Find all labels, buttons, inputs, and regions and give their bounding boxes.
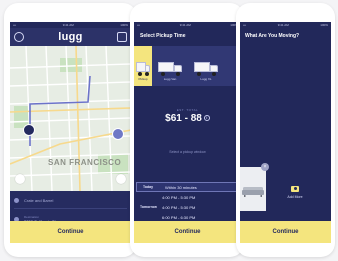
lugg-logo: lugg [58,31,83,43]
slot-time: 4:00 PM - 5:30 PM [162,194,196,200]
price-estimate: $61 - 88 i [134,113,241,124]
slot-time: 6:00 PM - 6:30 PM [162,214,196,220]
map-city-label: SAN FRANCISCO [48,158,122,167]
phone-card-map: ••• 9:41 AM 100% lugg SAN FRANCISCO Crat… [4,3,137,257]
vehicle-option-xl[interactable]: Lugg XL [188,46,224,86]
add-more-label: Add More [287,194,303,199]
slot-day: Today [143,185,154,189]
slot-time: 4:00 PM - 5:30 PM [162,204,196,210]
map-screen: ••• 9:41 AM 100% lugg SAN FRANCISCO Crat… [10,22,131,243]
item-photo-tile[interactable]: × [240,163,269,211]
remove-item-icon[interactable]: × [261,163,269,171]
truck-icon [194,62,218,76]
map-view[interactable]: SAN FRANCISCO [10,46,131,191]
slot-day: Tomorrow [140,205,157,209]
time-slot[interactable]: 4:00 PM - 5:30 PM [134,192,241,202]
status-bar: ••• 9:41 AM 100% [240,22,331,28]
history-icon[interactable] [117,32,127,42]
profile-icon[interactable] [14,32,24,42]
app-header: lugg [10,28,131,46]
vehicle-name: Lugg XL [200,77,212,81]
continue-button[interactable]: Continue [10,221,131,243]
onboarding-showcase: ••• 9:41 AM 100% lugg SAN FRANCISCO Crat… [0,0,338,261]
time-slot[interactable]: Today Within 30 minutes [136,182,239,192]
map-canvas [10,46,131,191]
items-screen: ••• 9:41 AM 100% What Are You Moving? × … [240,22,331,243]
status-signal: ••• [243,23,247,27]
pickup-hint: Select a pickup window [169,150,206,154]
status-battery: 100% [320,23,328,27]
destination-pin-icon[interactable] [112,128,124,140]
vehicle-selector: Pickup Lugg Van Lugg XL [134,46,241,86]
time-slot-list: Today Within 30 minutes 4:00 PM - 5:30 P… [134,182,241,222]
back-icon[interactable] [15,174,25,184]
vehicle-name: Pickup [138,77,148,81]
status-time: 9:41 AM [179,23,191,27]
status-bar: ••• 9:41 AM 100% [134,22,241,28]
route-panel: Crate and Barrel Destination 3058 Califo… [10,191,131,229]
price-value: $61 - 88 [165,113,202,124]
page-title: What Are You Moving? [245,33,300,39]
status-time: 9:41 AM [62,23,74,27]
truck-icon [136,62,150,76]
vehicle-option-van[interactable]: Lugg Van [152,46,188,86]
phone-card-items: ••• 9:41 AM 100% What Are You Moving? × … [236,3,335,257]
origin-pin-icon[interactable] [23,124,35,136]
pickup-value: Crate and Barrel [24,198,54,203]
camera-icon [291,185,299,192]
truck-icon [158,62,182,76]
status-battery: 100% [120,23,128,27]
price-label: EST. TOTAL [176,108,199,112]
continue-button[interactable]: Continue [134,221,241,243]
pickup-field[interactable]: Crate and Barrel [14,193,127,209]
pickup-dot-icon [14,198,19,203]
park-area [60,58,82,72]
status-signal: ••• [137,23,141,27]
phone-card-pickup: ••• 9:41 AM 100% Select Pickup Time Pick… [130,3,244,257]
time-slot[interactable]: Tomorrow 4:00 PM - 5:30 PM [134,202,241,212]
page-title: Select Pickup Time [140,33,186,39]
slot-time: Within 30 minutes [165,184,197,190]
info-icon[interactable]: i [203,115,210,122]
status-time: 9:41 AM [277,23,289,27]
sofa-photo [242,187,264,197]
locate-me-icon[interactable] [116,174,126,184]
continue-button[interactable]: Continue [240,221,331,243]
add-more-button[interactable]: Add More [270,174,320,210]
vehicle-name: Lugg Van [163,77,177,81]
status-signal: ••• [13,23,17,27]
pickup-screen: ••• 9:41 AM 100% Select Pickup Time Pick… [134,22,241,243]
vehicle-option-pickup[interactable]: Pickup [134,46,152,86]
